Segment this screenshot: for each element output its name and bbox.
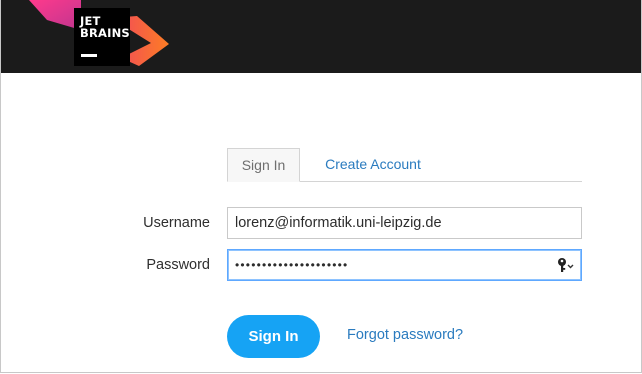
key-icon — [558, 258, 574, 272]
username-label: Username — [143, 215, 210, 231]
logo-underline — [81, 54, 97, 57]
logo-text-brains: BRAINS — [80, 26, 130, 40]
username-field[interactable]: lorenz@informatik.uni-leipzig.de — [227, 207, 582, 239]
password-masked-value: ••••••••••••••••••••• — [235, 258, 349, 272]
tab-create-account[interactable]: Create Account — [317, 148, 429, 180]
auth-tabs: Sign In Create Account — [227, 148, 582, 182]
password-key-menu[interactable] — [555, 256, 577, 274]
tab-sign-in[interactable]: Sign In — [227, 148, 300, 182]
header-bar: JET BRAINS — [1, 0, 641, 73]
password-field[interactable]: ••••••••••••••••••••• — [227, 249, 582, 281]
login-window: JET BRAINS Sign In Create Account Userna… — [0, 0, 642, 373]
password-label: Password — [146, 257, 210, 273]
forgot-password-link[interactable]: Forgot password? — [347, 327, 463, 343]
sign-in-button[interactable]: Sign In — [227, 315, 320, 358]
logo-box: JET BRAINS — [74, 8, 130, 66]
username-value: lorenz@informatik.uni-leipzig.de — [235, 215, 442, 231]
